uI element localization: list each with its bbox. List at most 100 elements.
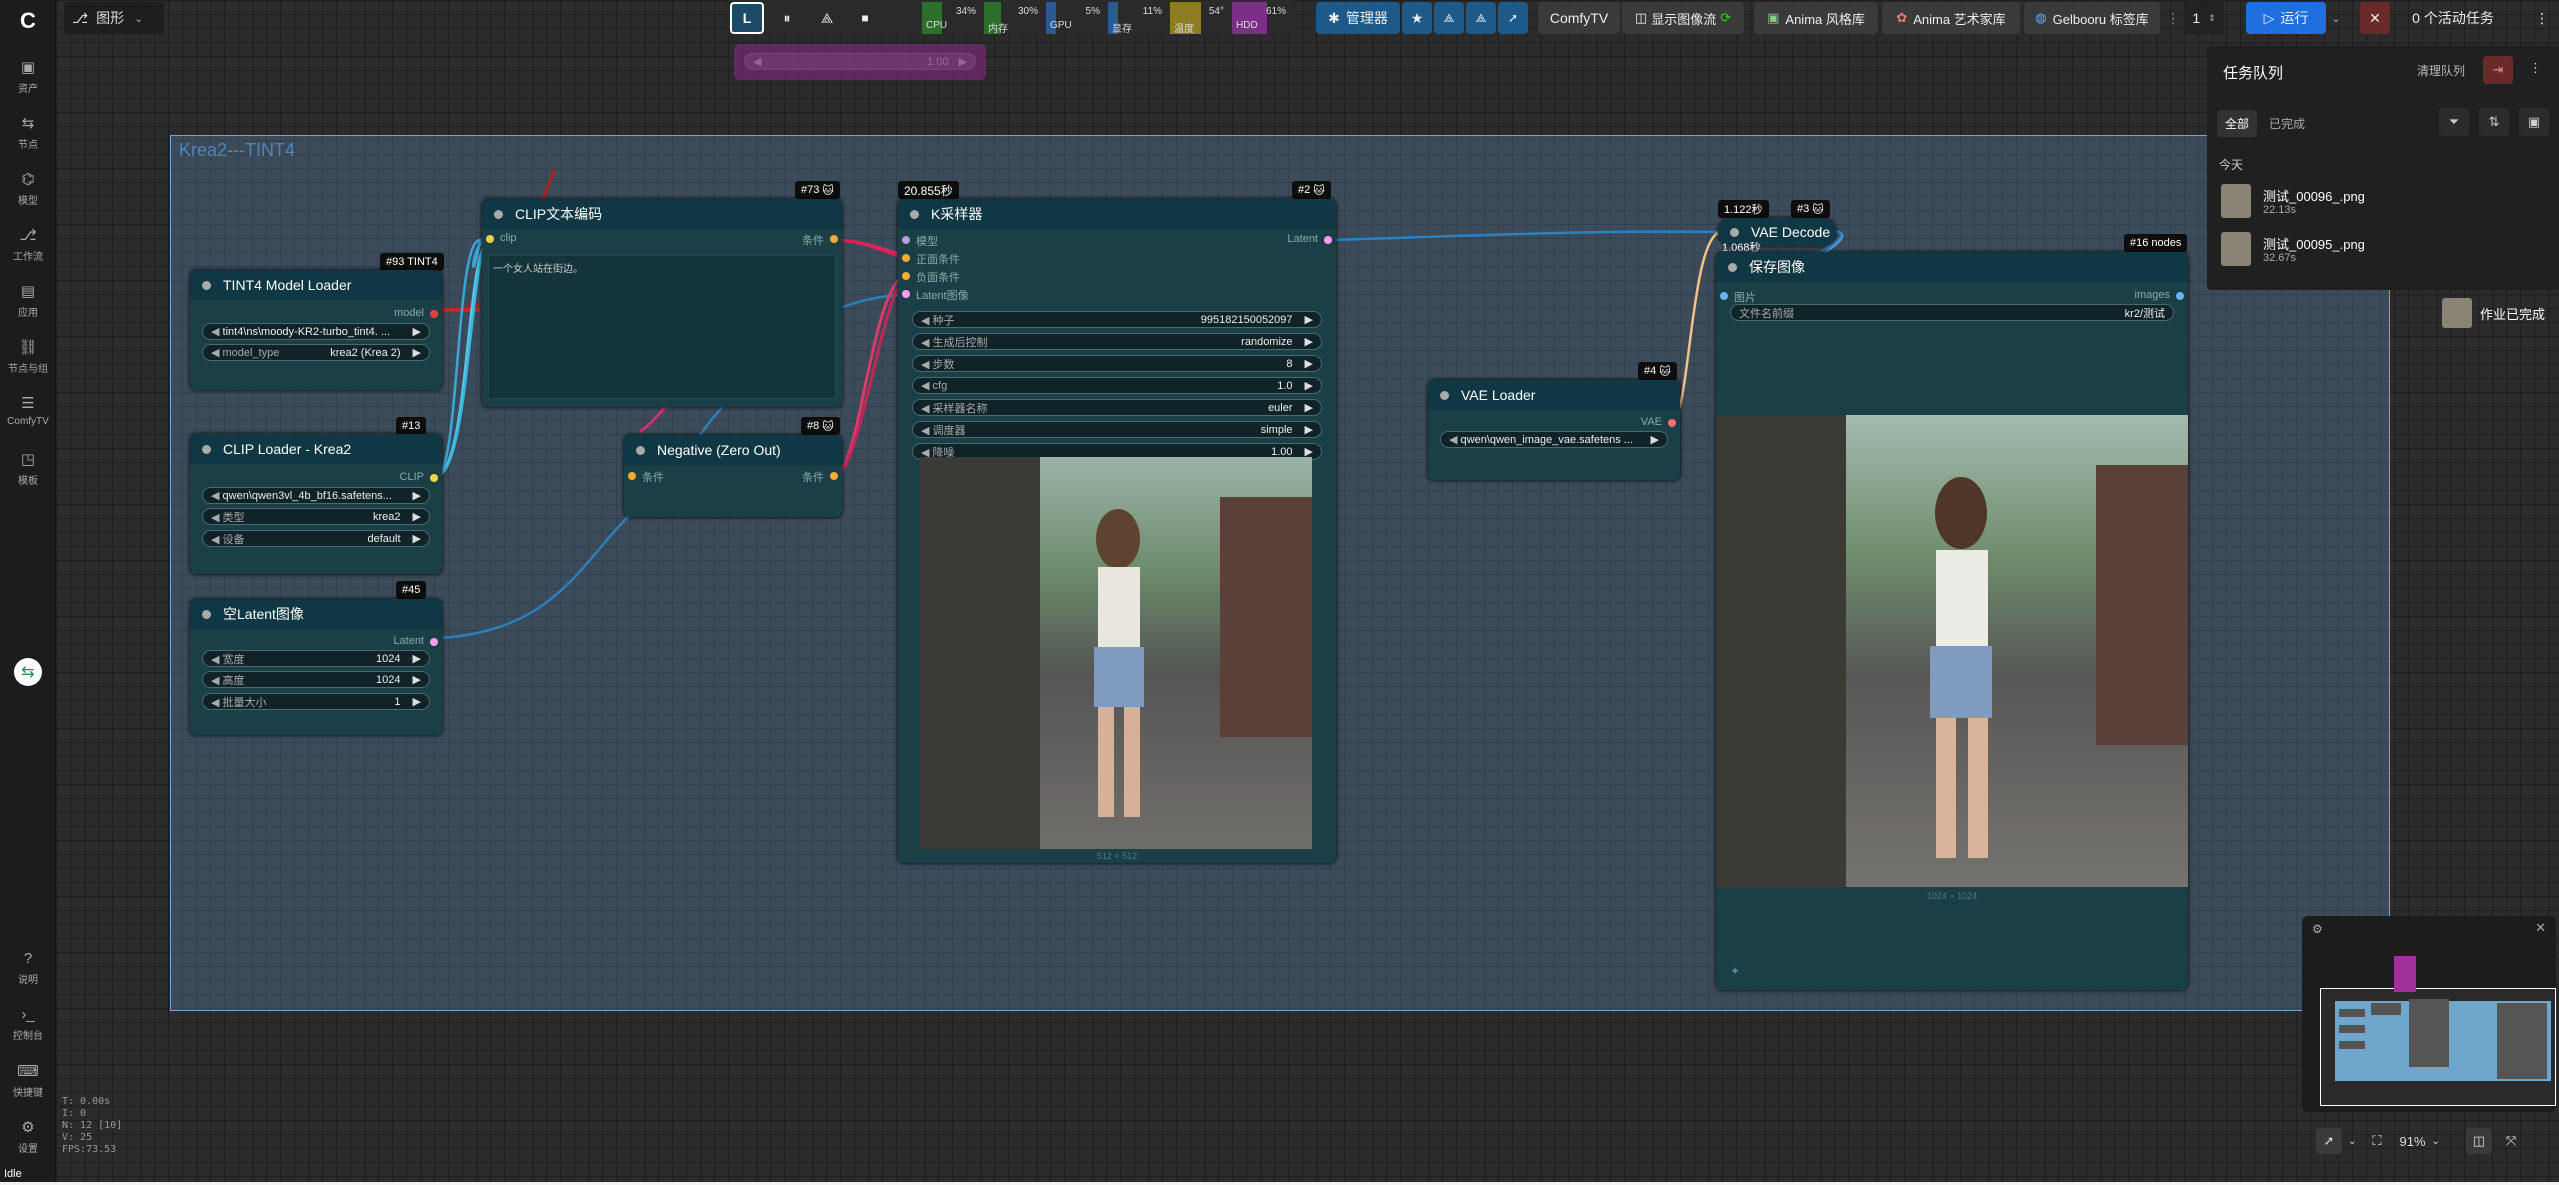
ksampler-widget[interactable]: ◀ 调度器 simple ▶ [912, 421, 1322, 438]
input-port[interactable] [628, 472, 636, 480]
link-visibility-icon[interactable]: ⤧ [2506, 1133, 2516, 1149]
ksampler-widget[interactable]: ◀ 采样器名称 euler ▶ [912, 399, 1322, 416]
sidebar-item-7[interactable]: ◳ 模板 [0, 450, 56, 487]
minimap-toggle-icon[interactable]: ◫ [2465, 1128, 2492, 1154]
anima-style-button[interactable]: ▣ Anima 风格库 [1754, 2, 1878, 34]
node-collapse-dot[interactable] [1728, 262, 1737, 272]
sidebar-item-5[interactable]: ⛓ 节点与组 [0, 338, 56, 375]
sidebar-bottom-item-0[interactable]: ? 说明 [0, 950, 56, 986]
queue-item[interactable]: 测试_00095_.png 32.67s [2217, 228, 2547, 270]
node-collapse-dot[interactable] [202, 444, 211, 454]
batch-count-input[interactable]: 1 ⇕ [2184, 2, 2224, 34]
input-port[interactable] [1720, 292, 1728, 300]
layout-button[interactable]: L [730, 2, 764, 34]
node-collapse-dot[interactable] [636, 445, 645, 455]
anime-icon[interactable]: ⟁ [1434, 2, 1464, 34]
output-port[interactable] [430, 310, 438, 318]
input-port[interactable] [902, 272, 910, 280]
combo-widget[interactable]: ◀ 设备 default ▶ [202, 530, 430, 547]
anima-art-button[interactable]: ✿ Anima 艺术家库 [1882, 2, 2020, 34]
preview-image[interactable] [920, 457, 1312, 849]
sidebar-item-0[interactable]: ▣ 资产 [0, 58, 56, 95]
combo-widget[interactable]: ◀ model_type krea2 (Krea 2) ▶ [202, 344, 430, 361]
combo-widget[interactable]: ◀ 类型 krea2 ▶ [202, 508, 430, 525]
combo-widget[interactable]: ◀ tint4\ns\moody-KR2-turbo_tint4. ... ▶ [202, 323, 430, 340]
minimap-panel[interactable]: ⚙ ✕ [2302, 916, 2556, 1112]
tint4-model-loader-node[interactable]: TINT4 Model Loader model ◀ tint4\ns\mood… [190, 270, 442, 390]
ksampler-widget[interactable]: ◀ 生成后控制 randomize ▶ [912, 333, 1322, 350]
prompt-textarea[interactable]: 一个女人站在街边。 [488, 255, 836, 399]
node-collapse-dot[interactable] [1730, 227, 1739, 237]
sidebar-item-3[interactable]: ⎇ 工作流 [0, 226, 56, 263]
drag-handle-icon[interactable]: ⋮ [2166, 2, 2180, 34]
fit-view-icon[interactable]: ⛶ [2372, 1133, 2381, 1149]
job-done-toast[interactable]: 作业已完成 [2442, 296, 2545, 330]
minimap-close-icon[interactable]: ✕ [2535, 920, 2546, 936]
tab-completed[interactable]: 已完成 [2269, 115, 2305, 132]
more-options-icon[interactable]: ⋮ [2529, 60, 2542, 76]
run-button[interactable]: ▷ 运行 [2246, 2, 2326, 34]
anime2-icon[interactable]: ⟁ [1466, 2, 1496, 34]
select-tool-icon[interactable]: ➚ [2316, 1128, 2342, 1154]
link-toggle-button[interactable]: ⇆ [14, 658, 42, 686]
filter-icon[interactable]: ⏷ [2439, 108, 2469, 136]
comfytv-button[interactable]: ComfyTV [1538, 2, 1620, 34]
node-collapse-dot[interactable] [1440, 390, 1449, 400]
negative-zero-out-node[interactable]: Negative (Zero Out) 条件 条件 [624, 435, 842, 517]
clear-queue-icon[interactable]: ⇥ [2483, 56, 2513, 84]
save-image-node[interactable]: 保存图像 图片 images 文件名前缀 kr2/测试 1024 × 1024 ✦ [1716, 252, 2188, 990]
minimap-settings-icon[interactable]: ⚙ [2312, 922, 2323, 936]
active-tasks-button[interactable]: 0 个活动任务 [2398, 2, 2508, 34]
input-port[interactable] [902, 290, 910, 298]
sidebar-bottom-item-3[interactable]: ⚙ 设置 [0, 1118, 56, 1155]
output-port[interactable] [430, 638, 438, 646]
output-image[interactable] [1716, 415, 2188, 887]
combo-widget[interactable]: ◀ qwen\qwen_image_vae.safetens ... ▶ [1440, 431, 1668, 448]
workflow-tab[interactable]: ⎇ 图形 ⌄ [64, 2, 164, 34]
output-port[interactable] [830, 235, 838, 243]
text-widget[interactable]: 文件名前缀 kr2/测试 [1730, 304, 2174, 321]
number-widget[interactable]: ◀ 宽度 1024 ▶ [202, 650, 430, 667]
chevron-down-icon[interactable]: ⌄ [2432, 1136, 2440, 1147]
output-port[interactable] [430, 474, 438, 482]
node-collapse-dot[interactable] [202, 280, 211, 290]
run-options-chevron-icon[interactable]: ⌄ [2328, 2, 2344, 34]
ksampler-widget[interactable]: ◀ 步数 8 ▶ [912, 355, 1322, 372]
zoom-level[interactable]: 91% [2400, 1134, 2426, 1149]
ksampler-node[interactable]: K采样器 模型 正面条件 负面条件 Latent图像 Latent ◀ 种子 99… [898, 199, 1336, 863]
more-icon[interactable]: ⋮ [2530, 2, 2554, 34]
pause-icon[interactable]: ⏸ [770, 2, 804, 34]
clip-loader-node[interactable]: CLIP Loader - Krea2 CLIP ◀ qwen\qwen3vl_… [190, 434, 442, 574]
output-port[interactable] [2176, 292, 2184, 300]
input-port[interactable] [902, 254, 910, 262]
sort-icon[interactable]: ⇅ [2479, 108, 2509, 136]
triangle-logo-icon[interactable]: ⟁ [810, 2, 844, 34]
comfy-logo[interactable]: C [0, 8, 56, 34]
queue-item[interactable]: 测试_00096_.png 22.13s [2217, 180, 2547, 222]
show-image-flow-button[interactable]: ◫ 显示图像流 ⟳ [1622, 2, 1744, 34]
cancel-run-button[interactable]: ✕ [2360, 2, 2390, 34]
star-icon[interactable]: ★ [1402, 2, 1432, 34]
input-port[interactable] [902, 236, 910, 244]
stop-button[interactable]: ■ [848, 2, 882, 34]
empty-latent-node[interactable]: 空Latent图像 Latent ◀ 宽度 1024 ▶ ◀ 高度 1024 ▶ ◀ 批… [190, 599, 442, 735]
gelbooru-button[interactable]: ◍ Gelbooru 标签库 [2024, 2, 2160, 34]
node-collapse-dot[interactable] [202, 609, 211, 619]
sidebar-item-6[interactable]: ☰ ComfyTV [0, 394, 56, 427]
number-widget[interactable]: ◀ 高度 1024 ▶ [202, 671, 430, 688]
sparkle-icon[interactable]: ✦ [1730, 964, 1740, 978]
ksampler-widget[interactable]: ◀ 种子 995182150052097 ▶ [912, 311, 1322, 328]
vae-loader-node[interactable]: VAE Loader VAE ◀ qwen\qwen_image_vae.saf… [1428, 380, 1680, 480]
node-collapse-dot[interactable] [910, 209, 919, 219]
clear-queue-button[interactable]: 清理队列 [2417, 62, 2465, 79]
output-port[interactable] [1324, 236, 1332, 244]
sidebar-item-2[interactable]: ⌬ 模型 [0, 170, 56, 207]
minimap-view[interactable] [2320, 988, 2556, 1106]
chevron-down-icon[interactable]: ⌄ [2348, 1136, 2356, 1147]
input-port[interactable] [486, 235, 494, 243]
manager-button[interactable]: ✱ 管理器 [1316, 2, 1400, 34]
combo-widget[interactable]: ◀ qwen\qwen3vl_4b_bf16.safetens... ▶ [202, 487, 430, 504]
output-port[interactable] [830, 472, 838, 480]
clip-text-encode-node[interactable]: CLIP文本编码 clip 条件 一个女人站在街边。 [482, 199, 842, 407]
node-collapse-dot[interactable] [494, 209, 503, 219]
